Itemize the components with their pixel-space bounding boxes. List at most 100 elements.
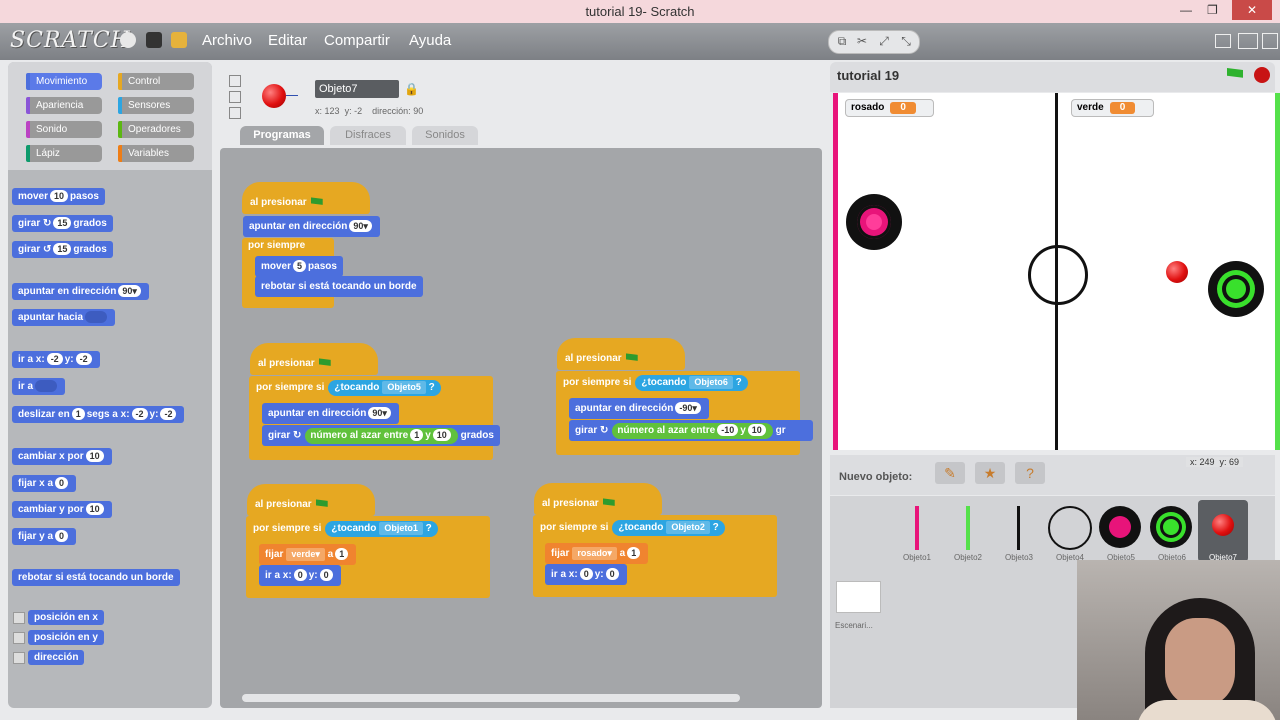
- script1-rebotar[interactable]: rebotar si está tocando un borde: [255, 276, 423, 297]
- block-cambiar-x[interactable]: cambiar x por 10: [12, 448, 112, 465]
- globe-icon[interactable]: [120, 32, 136, 48]
- stage[interactable]: rosado 0 verde 0: [833, 93, 1280, 450]
- stage-thumbnail[interactable]: [836, 581, 881, 613]
- block-mover[interactable]: mover 10 pasos: [12, 188, 105, 205]
- category-sensores[interactable]: Sensores: [118, 97, 194, 114]
- block-ir-a-xy[interactable]: ir a x: -2 y: -2: [12, 351, 100, 368]
- center-line-segment: [1055, 243, 1058, 303]
- block-apuntar-hacia[interactable]: apuntar hacia: [12, 309, 116, 326]
- minimize-icon[interactable]: —: [1180, 3, 1192, 17]
- block-apuntar-direccion[interactable]: apuntar en dirección 90▾: [12, 283, 149, 300]
- scripts-hscrollbar[interactable]: [242, 694, 740, 702]
- script1-mover[interactable]: mover 5 pasos: [255, 256, 343, 277]
- green-flag-icon: [318, 358, 331, 366]
- menu-archivo[interactable]: Archivo: [202, 32, 252, 49]
- cut-icon[interactable]: ✂: [855, 34, 869, 48]
- presentation-mode-icon[interactable]: [1262, 33, 1278, 49]
- category-operadores[interactable]: Operadores: [118, 121, 194, 138]
- category-lapiz[interactable]: Lápiz: [26, 145, 102, 162]
- direction-indicator: [286, 95, 298, 96]
- green-goal-line: [1275, 93, 1280, 450]
- sprite-name-field[interactable]: Objeto7: [315, 80, 399, 98]
- sprite-thumb-objeto5[interactable]: Objeto5: [1096, 500, 1146, 562]
- block-girar-derecha[interactable]: girar ↻ 15 grados: [12, 215, 113, 232]
- grow-icon[interactable]: ⤢: [877, 34, 891, 48]
- rotation-style-lr-icon[interactable]: [229, 91, 241, 103]
- sprite-thumb-objeto6[interactable]: Objeto6: [1147, 500, 1197, 562]
- block-rebotar[interactable]: rebotar si está tocando un borde: [12, 569, 180, 586]
- paint-sprite-icon[interactable]: ✎: [935, 462, 965, 484]
- close-icon[interactable]: ✕: [1232, 0, 1272, 20]
- small-stage-icon[interactable]: [1215, 34, 1231, 48]
- sprite-thumb-objeto3[interactable]: Objeto3: [994, 500, 1044, 562]
- variable-monitor-verde[interactable]: verde 0: [1071, 99, 1154, 117]
- reporter-posicion-x[interactable]: posición en x: [28, 610, 104, 625]
- script5-ir-a[interactable]: ir a x: 0 y: 0: [545, 564, 627, 585]
- lock-icon[interactable]: 🔒: [404, 82, 419, 96]
- mouse-coords: x: 249 y: 69: [1186, 457, 1244, 467]
- green-flag-icon[interactable]: [1227, 68, 1243, 78]
- script3-girar[interactable]: girar ↻ número al azar entre -10 y 10 gr: [569, 420, 813, 441]
- project-title: tutorial 19: [837, 68, 900, 83]
- block-girar-izquierda[interactable]: girar ↺ 15 grados: [12, 241, 113, 258]
- share-icon[interactable]: [171, 32, 187, 48]
- script1-hat[interactable]: al presionar: [242, 182, 370, 214]
- block-fijar-y[interactable]: fijar y a0: [12, 528, 77, 545]
- tab-programas[interactable]: Programas: [240, 126, 324, 145]
- green-paddle-sprite[interactable]: [1208, 261, 1264, 317]
- rotation-style-all-icon[interactable]: [229, 75, 241, 87]
- reporter-posicion-y[interactable]: posición en y: [28, 630, 104, 645]
- block-fijar-x[interactable]: fijar x a0: [12, 475, 77, 492]
- green-flag-icon: [602, 498, 615, 506]
- tab-disfraces[interactable]: Disfraces: [330, 126, 406, 145]
- script5-hat[interactable]: al presionar: [534, 483, 662, 515]
- category-apariencia[interactable]: Apariencia: [26, 97, 102, 114]
- sprite-thumb-objeto4[interactable]: Objeto4: [1045, 500, 1095, 562]
- webcam-overlay: [1077, 560, 1280, 720]
- category-sonido[interactable]: Sonido: [26, 121, 102, 138]
- script2-girar[interactable]: girar ↻ número al azar entre 1 y 10 grados: [262, 425, 500, 446]
- normal-stage-icon[interactable]: [1238, 33, 1258, 49]
- stop-icon[interactable]: [1254, 67, 1270, 83]
- script2-hat[interactable]: al presionar: [250, 343, 378, 375]
- reporter-direccion[interactable]: dirección: [28, 650, 85, 665]
- script5-fijar[interactable]: fijar rosado▾ a1: [545, 543, 649, 564]
- block-ir-a[interactable]: ir a: [12, 378, 66, 395]
- variable-monitor-rosado[interactable]: rosado 0: [845, 99, 934, 117]
- duplicate-icon[interactable]: ⧉: [835, 34, 849, 48]
- category-control[interactable]: Control: [118, 73, 194, 90]
- script1-apuntar[interactable]: apuntar en dirección 90▾: [243, 216, 380, 237]
- sprite-thumb-objeto1[interactable]: Objeto1: [892, 500, 942, 562]
- script2-apuntar[interactable]: apuntar en dirección 90▾: [262, 403, 399, 424]
- save-icon[interactable]: [146, 32, 162, 48]
- restore-icon[interactable]: ❐: [1207, 3, 1218, 17]
- category-movimiento[interactable]: Movimiento: [26, 73, 102, 90]
- block-deslizar[interactable]: deslizar en 1 segs a x: -2 y: -2: [12, 406, 185, 423]
- category-variables[interactable]: Variables: [118, 145, 194, 162]
- stage-thumb-label: Escenari...: [835, 621, 873, 630]
- ball-sprite[interactable]: [1166, 261, 1188, 283]
- script3-apuntar[interactable]: apuntar en dirección -90▾: [569, 398, 709, 419]
- sprite-thumb-objeto7[interactable]: Objeto7: [1198, 500, 1248, 562]
- sprite-thumb-objeto2[interactable]: Objeto2: [943, 500, 993, 562]
- script3-hat[interactable]: al presionar: [557, 338, 685, 370]
- menu-ayuda[interactable]: Ayuda: [409, 32, 451, 49]
- script5-loop-header: por siempre si ¿tocando Objeto2 ?: [540, 520, 725, 536]
- script4-fijar[interactable]: fijar verde▾ a1: [259, 544, 357, 565]
- shrink-icon[interactable]: ⤡: [899, 34, 913, 48]
- script4-ir-a[interactable]: ir a x: 0 y: 0: [259, 565, 341, 586]
- random-sprite-icon[interactable]: ?: [1015, 462, 1045, 484]
- rotation-style-none-icon[interactable]: [229, 107, 241, 119]
- tab-sonidos[interactable]: Sonidos: [412, 126, 478, 145]
- pink-paddle-sprite[interactable]: [846, 194, 902, 250]
- checkbox-posicion-y[interactable]: [13, 632, 25, 644]
- menu-compartir[interactable]: Compartir: [324, 32, 390, 49]
- choose-sprite-icon[interactable]: ★: [975, 462, 1005, 484]
- cursor-tools: ⧉ ✂ ⤢ ⤡: [828, 30, 920, 54]
- menu-editar[interactable]: Editar: [268, 32, 307, 49]
- checkbox-posicion-x[interactable]: [13, 612, 25, 624]
- scratch-logo[interactable]: SCRATCH: [10, 28, 131, 53]
- checkbox-direccion[interactable]: [13, 652, 25, 664]
- block-cambiar-y[interactable]: cambiar y por 10: [12, 501, 112, 518]
- script4-hat[interactable]: al presionar: [247, 484, 375, 516]
